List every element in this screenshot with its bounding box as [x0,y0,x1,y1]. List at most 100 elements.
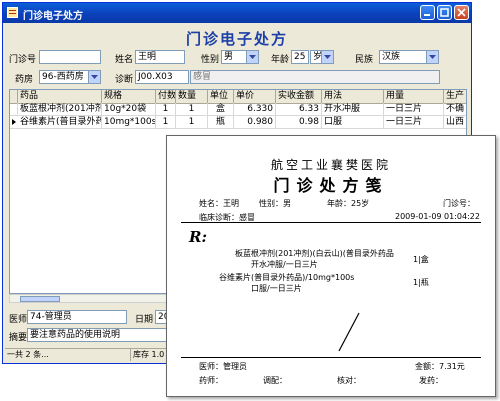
window-title: 门诊电子处方 [23,11,83,22]
dropdown-button[interactable] [321,51,333,63]
summary-field[interactable]: 要注意药品的使用说明 [27,328,169,342]
close-button[interactable] [454,5,469,20]
patient-name: 姓名：王明 [199,199,239,208]
title-bar[interactable]: 门诊电子处方 [3,3,471,23]
check-sign: 核对： [337,376,361,385]
chevron-down-icon [249,55,256,59]
doctor-label: 医师 [9,315,28,325]
table-cell[interactable]: 瓶 [208,116,234,128]
table-cell[interactable]: 6.33 [276,103,322,115]
diagnosis-label: 诊断 [115,75,134,85]
dropdown-button[interactable] [426,51,438,63]
patient-age: 年龄：25岁 [327,199,370,208]
ethnicity-label: 民族 [355,55,374,65]
doctor-field[interactable]: 74-管理员 [27,310,127,324]
table-cell[interactable]: 口服 [322,116,384,128]
dropdown-button[interactable] [88,71,100,83]
issue-sign: 发药： [419,376,443,385]
row-indicator [10,103,18,115]
table-cell[interactable]: 谷维素片(普目录外药 [18,116,102,128]
diagnosis-text-field[interactable]: 感冒 [190,70,440,84]
rx-item-qty: 1|盒 [413,255,429,264]
slip-amount: 金额：7.31元 [415,362,465,371]
table-cell[interactable]: 板蓝根冲剂(201冲剂 [18,103,102,115]
table-cell[interactable]: 1 [176,103,208,115]
chevron-down-icon [429,55,436,59]
ethnicity-select[interactable]: 汉族 [379,50,439,64]
column-header[interactable]: 实收金额 [276,90,322,103]
name-label: 姓名 [115,55,134,65]
column-header[interactable]: 用法 [322,90,384,103]
table-cell[interactable]: 6.330 [234,103,276,115]
summary-label: 摘要 [9,333,28,343]
table-cell[interactable]: 盒 [208,103,234,115]
table-cell[interactable]: 一日三片 [384,116,444,128]
chevron-down-icon [91,75,98,79]
minimize-icon [424,14,430,16]
column-header[interactable]: 用量 [384,90,444,103]
table-row[interactable]: 谷维素片(普目录外药 10mg*100s 1 1 瓶 0.980 0.98 口服… [10,116,466,129]
issue-datetime: 2009-01-09 01:04:22 [395,212,480,221]
dropdown-button[interactable] [246,51,258,63]
rx-item-name: 谷维素片(普目录外药品)/10mg*100s [219,273,355,282]
rx-item-name: 板蓝根冲剂(201冲剂)(白云山)(普目录外药品 [235,249,394,258]
end-slash-mark [338,312,360,352]
table-cell[interactable]: 10g*20袋 [102,103,156,115]
table-cell[interactable]: 开水冲服 [322,103,384,115]
maximize-icon [440,8,449,17]
clinic-no: 门诊号： [443,199,475,208]
clinic-no-label: 门诊号 [9,55,37,65]
table-cell[interactable]: 不确 [444,103,466,115]
gender-label: 性别 [201,55,220,65]
slip-doctor: 医师：管理员 [199,362,247,371]
table-row[interactable]: 板蓝根冲剂(201冲剂 10g*20袋 1 1 盒 6.330 6.33 开水冲… [10,103,466,116]
rx-symbol: R: [189,228,208,246]
record-count: 一共 2 条... [5,349,131,361]
pharmacy-select[interactable]: 96-西药房 [39,70,101,84]
current-row-icon [12,119,16,125]
table-cell[interactable]: 1 [156,116,176,128]
app-icon [7,7,18,18]
chevron-down-icon [324,55,331,59]
gender-select[interactable]: 男 [221,50,259,64]
stock-status: 库存 1.0 [131,349,171,361]
column-header[interactable]: 单价 [234,90,276,103]
column-header[interactable]: 单位 [208,90,234,103]
dispense-sign: 调配： [263,376,287,385]
table-cell[interactable]: 10mg*100s [102,116,156,128]
table-cell[interactable]: 1 [156,103,176,115]
slip-title: 门诊处方笺 [273,176,389,195]
diagnosis-code-field[interactable]: J00.X03 [135,70,189,84]
maximize-button[interactable] [437,5,452,20]
table-cell[interactable]: 1 [176,116,208,128]
row-indicator-header [10,90,18,103]
clinic-no-field[interactable] [39,50,101,64]
pharmacy-value: 96-西药房 [42,72,84,82]
scrollbar-thumb[interactable] [20,296,60,302]
divider [181,357,481,358]
close-icon [457,8,466,17]
table-cell[interactable]: 0.980 [234,116,276,128]
minimize-button[interactable] [420,5,435,20]
name-field[interactable]: 王明 [135,50,185,64]
column-header[interactable]: 付数 [156,90,176,103]
date-label: 日期 [135,315,154,325]
prescription-slip: 航空工业襄樊医院 门诊处方笺 姓名：王明 性别：男 年龄：25岁 门诊号： 临床… [166,135,496,397]
pharmacy-label: 药房 [15,75,34,85]
form-title: 门诊电子处方 [185,30,288,48]
table-cell[interactable]: 山西 [444,116,466,128]
age-unit-select[interactable]: 岁 [310,50,334,64]
age-field[interactable]: 25 [291,50,309,64]
patient-gender: 性别：男 [259,199,291,208]
table-cell[interactable]: 0.98 [276,116,322,128]
column-header[interactable]: 生产 [444,90,466,103]
column-header[interactable]: 规格 [102,90,156,103]
gender-value: 男 [224,52,234,62]
grid-header: 药品 规格 付数 数量 单位 单价 实收金额 用法 用量 生产 [10,90,466,104]
column-header[interactable]: 药品 [18,90,102,103]
hospital-name: 航空工业襄樊医院 [270,158,391,172]
table-cell[interactable]: 一日三片 [384,103,444,115]
rx-item-qty: 1|瓶 [413,278,429,287]
rx-item-usage: 开水冲服/一日三片 [251,260,318,269]
column-header[interactable]: 数量 [176,90,208,103]
